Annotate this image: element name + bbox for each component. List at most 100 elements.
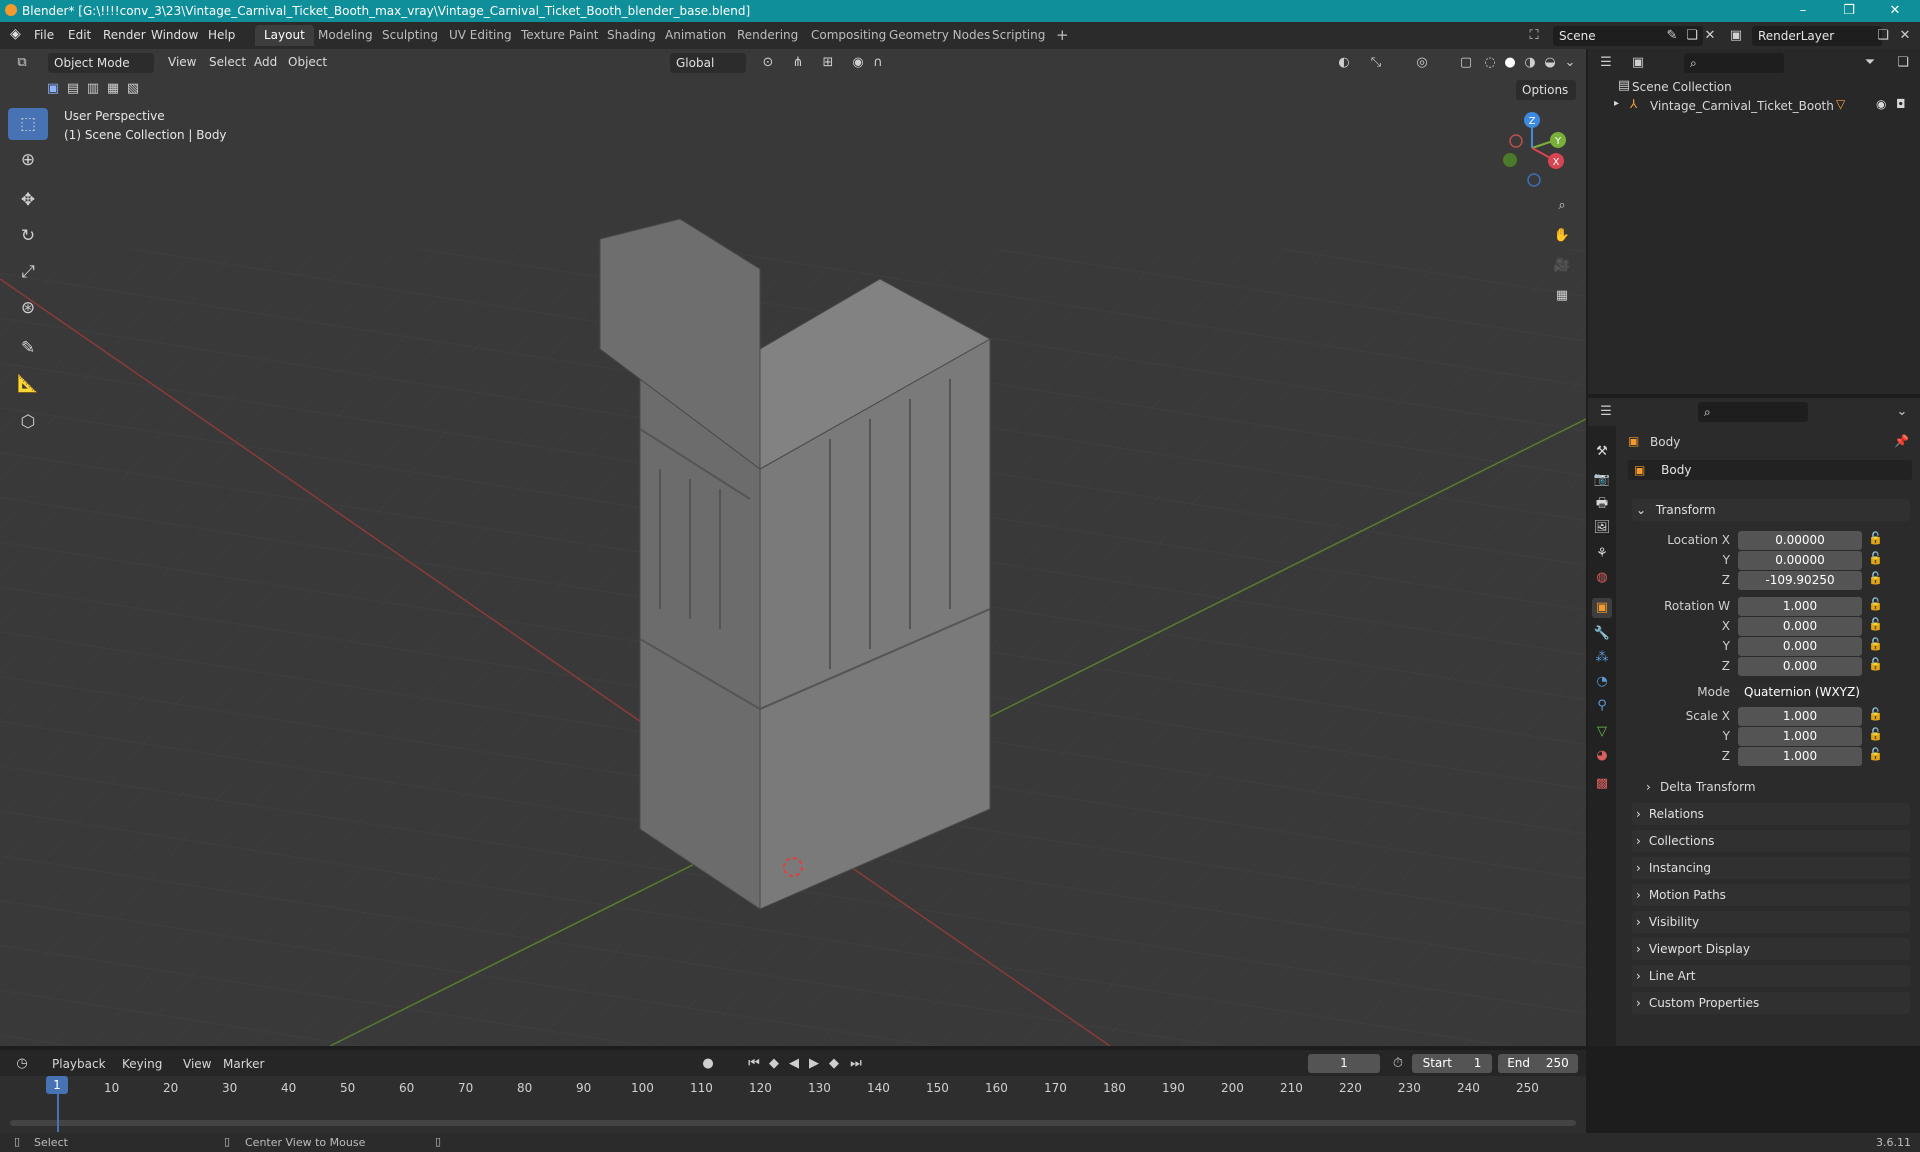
lock-icon[interactable]: 🔓 (1868, 617, 1883, 631)
camera-view-icon[interactable]: 🎥 (1552, 256, 1572, 276)
pan-hand-icon[interactable]: ✋ (1552, 226, 1572, 246)
snap-target-icon[interactable]: ⊞ (818, 53, 838, 73)
prev-keyframe-icon[interactable]: ◆ (764, 1054, 784, 1074)
tab-layout[interactable]: Layout (255, 25, 314, 46)
overlays-icon[interactable]: ◎ (1412, 53, 1432, 73)
rotation-z-field[interactable]: 0.000 (1738, 657, 1862, 676)
outliner-row[interactable]: ▸ ⅄ Vintage_Carnival_Ticket_Booth ▽ ◉ ◘ (1588, 95, 1920, 115)
viewport-menu-select[interactable]: Select (209, 55, 246, 69)
shading-options-icon[interactable]: ⌄ (1560, 53, 1580, 73)
scene-tab-icon[interactable]: ⚘ (1592, 544, 1612, 564)
editor-type-icon[interactable]: ⧉ (12, 53, 32, 73)
timeline-menu-playback[interactable]: Playback (52, 1057, 106, 1071)
play-reverse-icon[interactable]: ◀ (784, 1054, 804, 1074)
menu-edit[interactable]: Edit (68, 28, 91, 42)
panel-motion-paths[interactable]: › Motion Paths (1632, 884, 1910, 906)
pin-scene-icon[interactable]: ✎ (1662, 26, 1682, 46)
select-extend-icon[interactable]: ▤ (64, 79, 82, 99)
measure-tool[interactable]: 📐 (8, 368, 48, 400)
gizmo-icon[interactable]: ⤡ (1366, 53, 1386, 73)
scale-y-field[interactable]: 1.000 (1738, 727, 1862, 746)
cursor-tool[interactable]: ⊕ (8, 144, 48, 176)
lock-icon[interactable]: 🔓 (1868, 571, 1883, 585)
lock-icon[interactable]: 🔓 (1868, 727, 1883, 741)
viewport-menu-view[interactable]: View (168, 55, 196, 69)
lock-icon[interactable]: 🔓 (1868, 707, 1883, 721)
expand-arrow-icon[interactable]: ▸ (1614, 98, 1619, 109)
world-tab-icon[interactable]: ◍ (1592, 568, 1612, 588)
rotation-w-field[interactable]: 1.000 (1738, 597, 1862, 616)
panel-relations[interactable]: › Relations (1632, 803, 1910, 825)
filter-icon[interactable]: ⏷ (1860, 53, 1880, 73)
render-camera-icon[interactable]: ◘ (1896, 97, 1906, 111)
current-frame-field[interactable]: 1 (1308, 1054, 1380, 1073)
jump-start-icon[interactable]: ⏮ (744, 1054, 764, 1074)
physics-tab-icon[interactable]: ◔ (1592, 672, 1612, 692)
object-name-field[interactable]: ▣ Body (1628, 460, 1912, 480)
tab-sculpting[interactable]: Sculpting (373, 25, 447, 46)
timeline-scrollbar[interactable] (10, 1120, 1576, 1126)
viewport-menu-object[interactable]: Object (288, 55, 327, 69)
delete-renderlayer-icon[interactable]: ✕ (1895, 26, 1915, 46)
lock-icon[interactable]: 🔓 (1868, 747, 1883, 761)
select-invert-icon[interactable]: ▦ (104, 79, 122, 99)
snap-icon[interactable]: ⋔ (788, 53, 808, 73)
data-tab-icon[interactable]: ▽ (1592, 722, 1612, 742)
rendered-shading-icon[interactable]: ◒ (1540, 53, 1560, 73)
stopwatch-icon[interactable]: ⏱ (1388, 1054, 1408, 1074)
tab-rendering[interactable]: Rendering (728, 25, 807, 46)
view-layer-tab-icon[interactable]: 🖼 (1592, 518, 1612, 538)
select-box-tool[interactable]: ⬚ (8, 108, 48, 140)
rotation-x-field[interactable]: 0.000 (1738, 617, 1862, 636)
lock-icon[interactable]: 🔓 (1868, 551, 1883, 565)
visibility-icon[interactable]: ◐ (1334, 53, 1354, 73)
perspective-toggle-icon[interactable]: ▦ (1552, 286, 1572, 306)
render-tab-icon[interactable]: 📷 (1592, 470, 1612, 490)
renderlayer-icon[interactable]: ▣ (1726, 26, 1746, 46)
transform-orientation-dropdown[interactable]: Global (670, 53, 746, 73)
next-keyframe-icon[interactable]: ◆ (824, 1054, 844, 1074)
tab-scripting[interactable]: Scripting (983, 25, 1054, 46)
wireframe-shading-icon[interactable]: ◌ (1480, 53, 1500, 73)
start-frame-field[interactable]: Start 1 (1412, 1054, 1492, 1073)
falloff-icon[interactable]: ∩ (868, 53, 888, 73)
scale-x-field[interactable]: 1.000 (1738, 707, 1862, 726)
timeline-menu-view[interactable]: View (183, 1057, 211, 1071)
tab-modeling[interactable]: Modeling (309, 25, 382, 46)
tab-shading[interactable]: Shading (598, 25, 665, 46)
lock-icon[interactable]: 🔓 (1868, 597, 1883, 611)
blender-menu-icon[interactable]: ◈ (10, 26, 21, 42)
tab-geometry-nodes[interactable]: Geometry Nodes (880, 25, 999, 46)
tab-texture-paint[interactable]: Texture Paint (512, 25, 607, 46)
3d-viewport[interactable] (0, 49, 1586, 1046)
material-tab-icon[interactable]: ◕ (1592, 746, 1612, 766)
tool-tab-icon[interactable]: ⚒ (1592, 442, 1612, 462)
panel-collections[interactable]: › Collections (1632, 830, 1910, 852)
timeline-editor-type-icon[interactable]: ◷ (12, 1054, 32, 1074)
properties-search-input[interactable]: ⌕ (1698, 402, 1808, 422)
properties-editor-type-icon[interactable]: ☰ (1596, 402, 1616, 422)
material-shading-icon[interactable]: ◑ (1520, 53, 1540, 73)
viewport-menu-add[interactable]: Add (254, 55, 277, 69)
outliner-editor-type-icon[interactable]: ☰ (1596, 53, 1616, 73)
record-icon[interactable]: ● (698, 1054, 718, 1074)
scale-z-field[interactable]: 1.000 (1738, 747, 1862, 766)
tab-uv-editing[interactable]: UV Editing (440, 25, 521, 46)
minimize-button[interactable]: – (1780, 0, 1826, 22)
location-y-field[interactable]: 0.00000 (1738, 551, 1862, 570)
proportional-editing-icon[interactable]: ◉ (848, 53, 868, 73)
new-collection-icon[interactable]: ❏ (1893, 53, 1913, 73)
menu-render[interactable]: Render (103, 28, 146, 42)
solid-shading-icon[interactable]: ● (1500, 53, 1520, 73)
navigation-gizmo[interactable]: Z Y X (1494, 108, 1570, 188)
scene-selector-icon[interactable]: ⛶ (1524, 26, 1544, 46)
rotation-y-field[interactable]: 0.000 (1738, 637, 1862, 656)
object-tab-icon[interactable]: ▣ (1592, 598, 1612, 618)
xray-icon[interactable]: ▢ (1456, 53, 1476, 73)
scale-tool[interactable]: ⤢ (8, 256, 48, 288)
close-button[interactable]: ✕ (1872, 0, 1918, 22)
modifier-tab-icon[interactable]: 🔧 (1592, 624, 1612, 644)
lock-icon[interactable]: 🔓 (1868, 637, 1883, 651)
options-dropdown[interactable]: Options (1516, 80, 1576, 100)
lock-icon[interactable]: 🔓 (1868, 657, 1883, 671)
